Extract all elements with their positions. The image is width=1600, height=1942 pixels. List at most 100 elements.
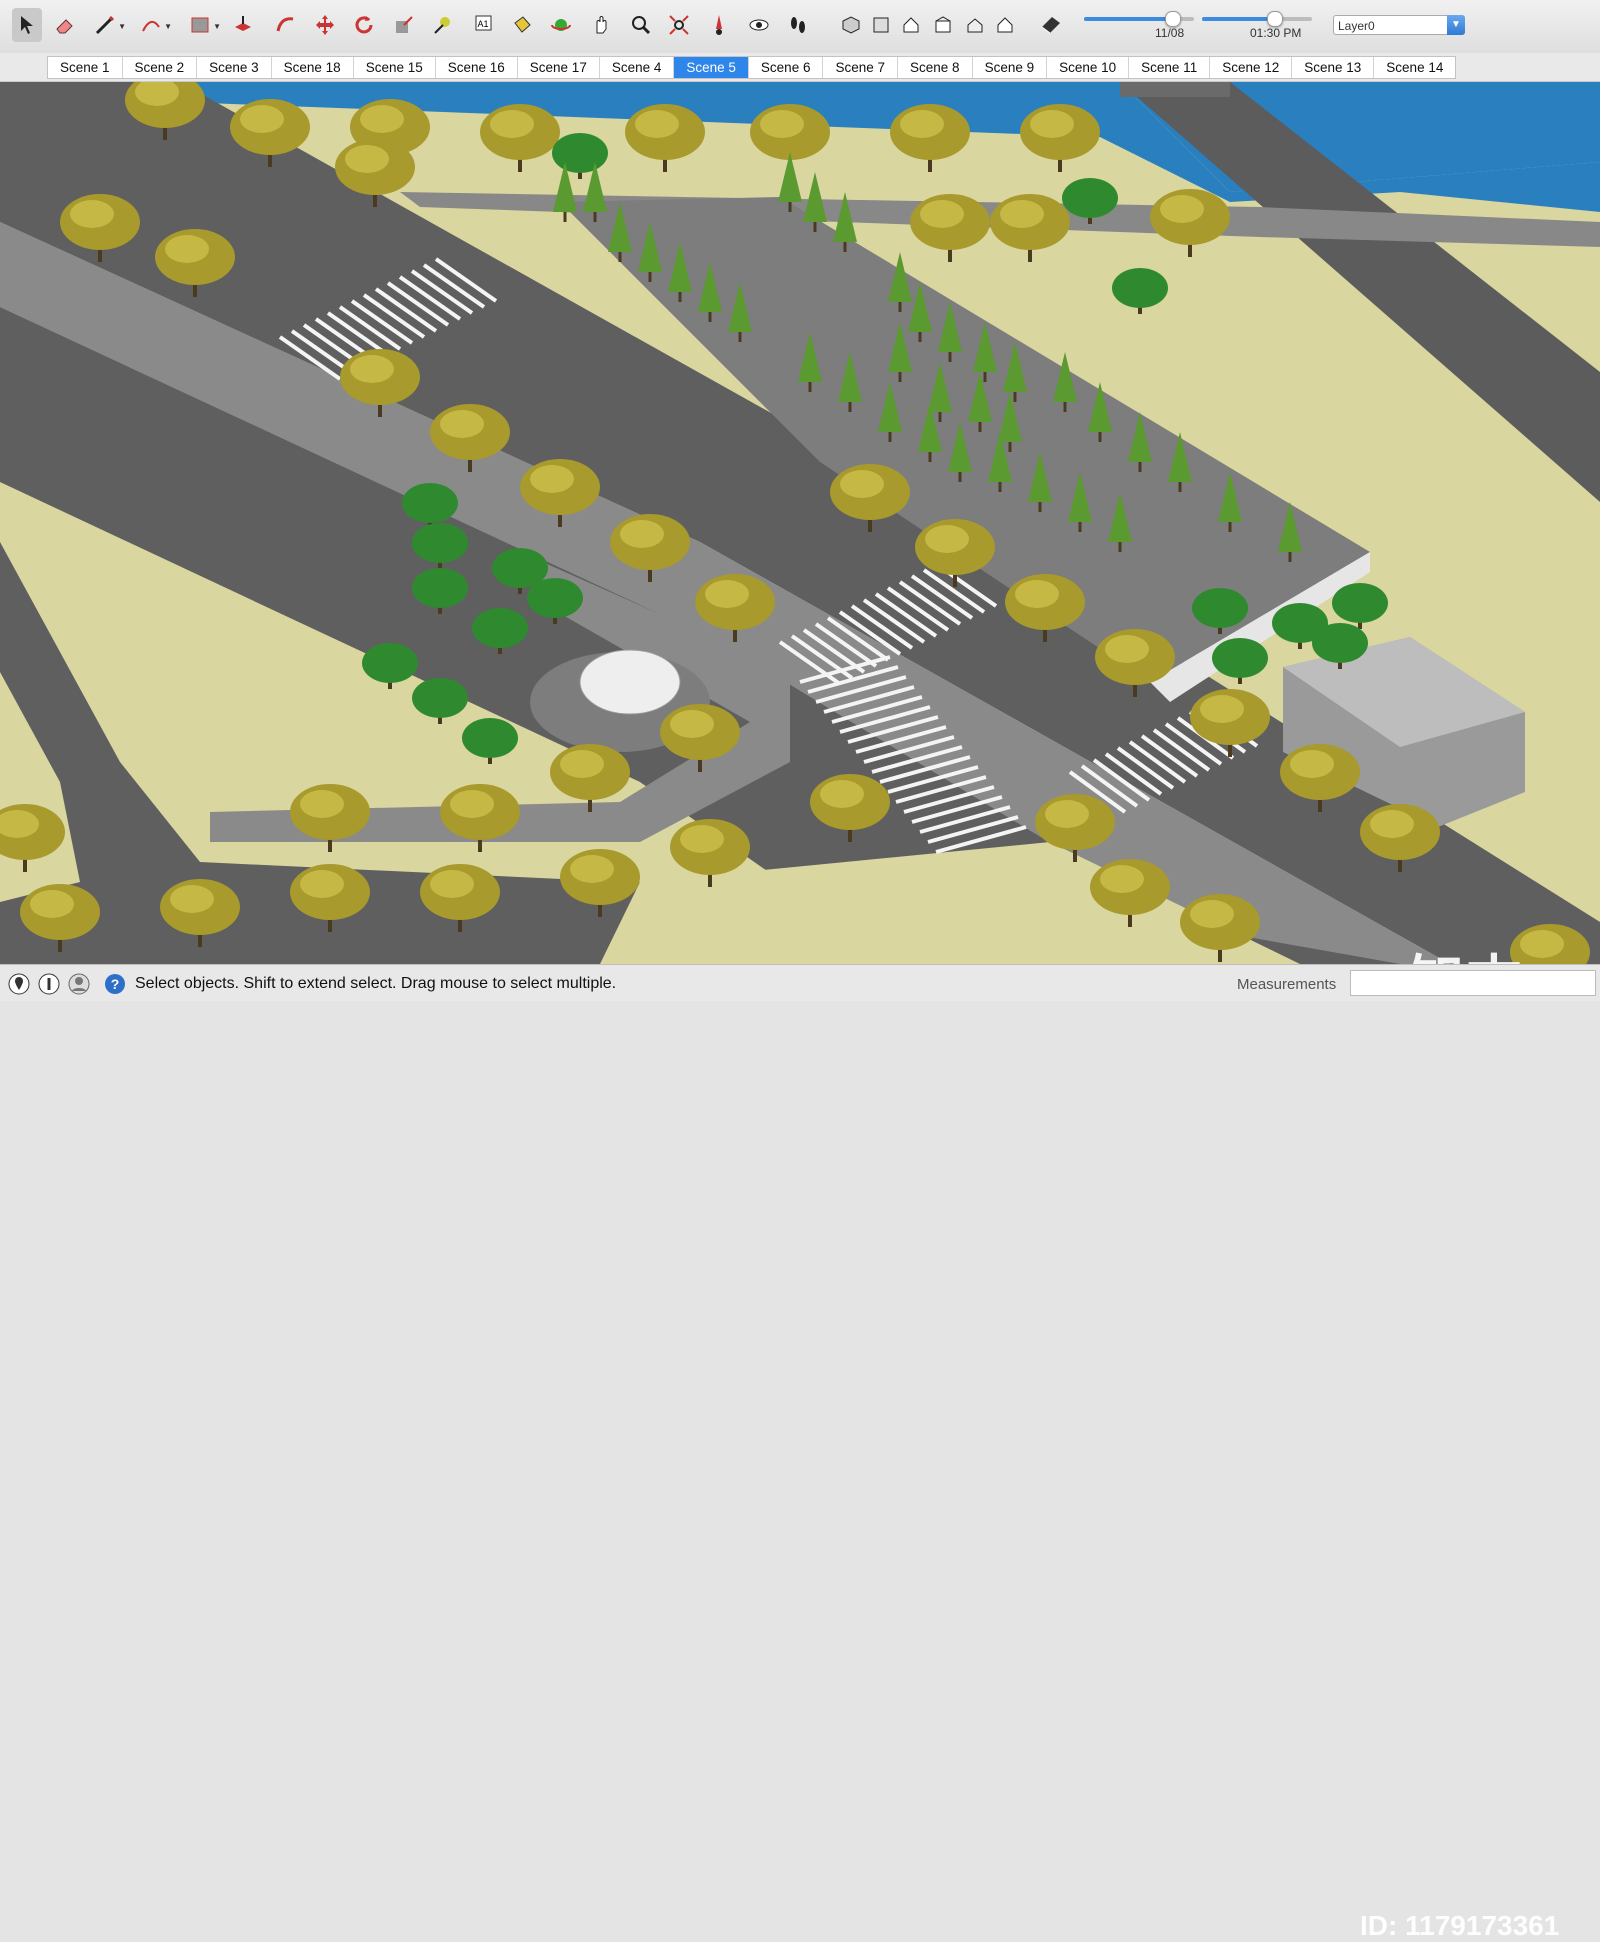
walk-tool-icon — [791, 17, 805, 33]
tape-measure-tool-icon — [434, 17, 450, 34]
iso-view-button[interactable] — [838, 8, 864, 42]
scene-tab-bar: Scene 1 Scene 2 Scene 3 Scene 18 Scene 15 Sce… — [0, 53, 1600, 82]
scene-tabs: Scene 1 Scene 2 Scene 3 Scene 18 Scene 15 Sce… — [47, 56, 1457, 79]
iso-view-icon — [842, 16, 860, 34]
front-view-icon — [903, 17, 919, 33]
section-plane-tool-button[interactable] — [1038, 8, 1064, 42]
tab-scene-13[interactable]: Scene 13 — [1292, 57, 1375, 78]
line-tool-button[interactable]: ▼ — [90, 8, 126, 42]
shadow-date-slider[interactable] — [1084, 11, 1194, 27]
elevated-road-side — [1120, 82, 1230, 97]
tab-scene-7[interactable]: Scene 7 — [823, 57, 899, 78]
svg-text:?: ? — [111, 976, 120, 992]
shadow-date-slider-knob[interactable] — [1165, 11, 1181, 27]
pan-tool-button[interactable] — [586, 8, 616, 42]
status-message: Select objects. Shift to extend select. … — [135, 975, 617, 992]
push-pull-tool-icon — [235, 16, 251, 31]
orbit-tool-button[interactable] — [546, 8, 576, 42]
walk-tool-button[interactable] — [783, 8, 813, 42]
scale-tool-icon — [396, 16, 413, 33]
position-camera-tool-button[interactable] — [704, 8, 734, 42]
shadow-date-label: 11/08 — [1155, 26, 1185, 40]
back-view-button[interactable] — [962, 8, 988, 42]
line-tool-icon — [95, 15, 115, 35]
zoom-tool-button[interactable] — [626, 8, 656, 42]
3d-model-view[interactable] — [0, 82, 1600, 964]
pan-tool-icon — [596, 16, 607, 34]
tab-scene-11[interactable]: Scene 11 — [1129, 57, 1211, 78]
tab-scene-8[interactable]: Scene 8 — [898, 57, 973, 78]
help-icon[interactable]: ? — [104, 973, 126, 995]
select-tool-icon — [21, 16, 33, 34]
zoom-extents-tool-button[interactable] — [664, 8, 694, 42]
right-view-button[interactable] — [930, 8, 956, 42]
move-tool-button[interactable] — [310, 8, 340, 42]
user-account-icon[interactable] — [68, 973, 90, 995]
tab-scene-3[interactable]: Scene 3 — [197, 57, 272, 78]
measurements-label: Measurements — [1237, 976, 1337, 993]
orbit-tool-icon — [551, 19, 571, 31]
tab-scene-6[interactable]: Scene 6 — [749, 57, 824, 78]
arc-tool-button[interactable]: ▼ — [136, 8, 172, 42]
text-tool-button[interactable]: A1 — [468, 8, 498, 42]
zoom-tool-icon — [632, 16, 651, 35]
look-around-tool-icon — [749, 19, 769, 31]
tab-scene-15[interactable]: Scene 15 — [354, 57, 436, 78]
position-camera-tool-icon — [716, 15, 722, 35]
section-plane-tool-icon — [1041, 17, 1060, 34]
rotate-tool-icon — [355, 16, 373, 34]
follow-me-tool-icon — [276, 17, 294, 32]
shadow-date-slider-fill — [1084, 17, 1172, 21]
watermark-id: ID: 1179173361 — [1360, 1910, 1560, 1941]
tab-scene-16[interactable]: Scene 16 — [436, 57, 518, 78]
layer-dropdown[interactable]: Layer0 ▼ — [1333, 15, 1465, 35]
tab-scene-10[interactable]: Scene 10 — [1047, 57, 1130, 78]
shadow-time-slider-fill — [1202, 17, 1274, 21]
measurements-input[interactable] — [1350, 970, 1596, 996]
back-view-icon — [967, 18, 983, 33]
tab-scene-2[interactable]: Scene 2 — [123, 57, 198, 78]
paint-bucket-tool-button[interactable] — [507, 8, 537, 42]
top-view-button[interactable] — [868, 8, 894, 42]
tab-scene-17[interactable]: Scene 17 — [518, 57, 600, 78]
status-bar: ? Select objects. Shift to extend select… — [0, 964, 1600, 1941]
tab-scene-1[interactable]: Scene 1 — [48, 57, 123, 78]
rectangle-tool-icon — [191, 17, 209, 33]
shadow-time-slider[interactable] — [1202, 11, 1312, 27]
left-view-icon — [997, 17, 1013, 33]
model-viewport[interactable]: 知末 — [0, 82, 1600, 964]
svg-text:A1: A1 — [477, 19, 488, 29]
tab-scene-14[interactable]: Scene 14 — [1374, 57, 1455, 78]
follow-me-tool-button[interactable] — [270, 8, 300, 42]
eraser-tool-icon — [56, 19, 73, 34]
credits-icon[interactable] — [38, 973, 60, 995]
look-around-tool-button[interactable] — [744, 8, 774, 42]
tab-scene-5[interactable]: Scene 5 — [674, 57, 749, 78]
tab-scene-9[interactable]: Scene 9 — [973, 57, 1048, 78]
geo-location-icon[interactable] — [8, 973, 30, 995]
paint-bucket-tool-icon — [514, 16, 531, 33]
tab-scene-4[interactable]: Scene 4 — [600, 57, 675, 78]
rectangle-tool-button[interactable]: ▼ — [185, 8, 221, 42]
arc-tool-icon — [142, 20, 160, 32]
chevron-down-icon[interactable]: ▼ — [118, 22, 126, 31]
tab-scene-18[interactable]: Scene 18 — [272, 57, 354, 78]
scale-tool-button[interactable] — [389, 8, 419, 42]
left-view-button[interactable] — [992, 8, 1018, 42]
rotate-tool-button[interactable] — [349, 8, 379, 42]
tab-scene-12[interactable]: Scene 12 — [1210, 57, 1293, 78]
chevron-down-icon[interactable]: ▼ — [1447, 15, 1465, 35]
push-pull-tool-button[interactable] — [228, 8, 258, 42]
top-view-icon — [873, 17, 889, 33]
chevron-down-icon[interactable]: ▼ — [164, 22, 172, 31]
shadow-time-label: 01:30 PM — [1250, 26, 1302, 40]
tape-measure-tool-button[interactable] — [428, 8, 458, 42]
chevron-down-icon[interactable]: ▼ — [213, 22, 221, 31]
zoom-extents-tool-icon — [669, 15, 689, 35]
round-pavilion — [579, 649, 681, 715]
shadow-time-slider-knob[interactable] — [1266, 11, 1283, 27]
select-tool-button[interactable] — [12, 8, 42, 42]
right-view-icon — [935, 16, 951, 33]
eraser-tool-button[interactable] — [50, 8, 80, 42]
front-view-button[interactable] — [898, 8, 924, 42]
